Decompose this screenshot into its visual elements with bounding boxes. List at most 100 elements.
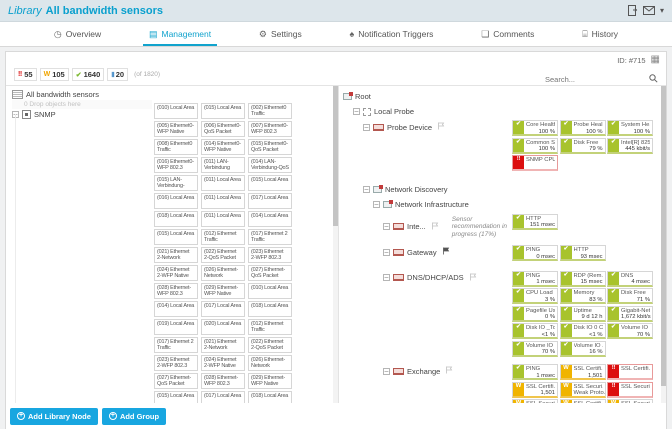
library-chip[interactable]: (022) Ethernet 2-QoS Packet (248, 337, 292, 353)
sensor-chip[interactable]: ✔RDP (Rem...15 msec (559, 270, 606, 287)
library-chip[interactable]: (008) Ethernet0 Traffic (154, 139, 198, 155)
sensor-chip[interactable]: ✔Intel[R] 825...445 kbit/s (607, 137, 653, 154)
sensor-chip[interactable]: ✔ DNS 4 msec (607, 270, 653, 287)
header-menu-caret-icon[interactable]: ▾ (660, 6, 664, 15)
library-chip[interactable]: (007) Ethernet0-WFP 802.3 (248, 121, 292, 137)
sensor-chip[interactable]: ‼SSL Certifi... (607, 364, 653, 380)
library-chip[interactable]: (018) Local Area (248, 301, 292, 317)
device-row-exchange[interactable]: –Exchange✔PING1 msecWSSL Certifi...1,501… (343, 364, 658, 403)
library-chip[interactable]: (029) Ethernet-WFP Native (201, 283, 245, 299)
sensor-chip[interactable]: ✔Volume IO ...70 % (512, 340, 558, 357)
sensor-chip[interactable]: ✔ Core Health 100 % (512, 120, 558, 136)
library-chip[interactable]: (011) LAN-Verbindung (201, 157, 245, 173)
library-chip[interactable]: (012) Ethernet Traffic (248, 319, 292, 335)
sensor-chip[interactable]: ✔ PING 1 msec (512, 270, 558, 287)
status-badge-ok[interactable]: ✔ 1640 (71, 68, 105, 81)
flag-icon[interactable] (467, 273, 477, 283)
library-chip[interactable]: (018) Local Area (248, 391, 292, 403)
tab-settings[interactable]: ⚙ Settings (253, 22, 308, 46)
device-row-probe-device[interactable]: – Probe Device ✔ Core Health 100 % ✔ Probe Hea… (343, 120, 658, 173)
sensor-chip[interactable]: ✔Probe Heal...100 % (559, 120, 606, 136)
library-chip[interactable]: (010) Local Area (248, 283, 292, 299)
library-chip[interactable]: (024) Ethernet 2-WFP Native (201, 355, 245, 371)
sensor-chip[interactable]: ✔ Disk IO 0 C: <1 % (559, 323, 606, 339)
status-badge-paused[interactable]: Ⅱ 20 (107, 68, 129, 81)
library-chip[interactable]: (016) Ethernet0-WFP 802.3 (154, 157, 198, 173)
collapse-icon[interactable]: – (383, 223, 390, 231)
library-root-row[interactable]: All bandwidth sensors (12, 89, 338, 100)
sensor-chip[interactable]: WSSL Certifi...1,501 (559, 364, 606, 380)
search-input[interactable] (545, 74, 645, 84)
library-chip[interactable]: (024) Ethernet 2-WFP Native (154, 265, 198, 281)
device-row-dns-dhcp-ads[interactable]: –DNS/DHCP/ADS✔PING1 msec✔RDP (Rem...15 m… (343, 270, 658, 359)
library-chip[interactable]: (021) Ethernet 2-Network (201, 337, 245, 353)
library-chip[interactable]: (026) Ethernet-Network (201, 265, 245, 281)
priority-flag-icon[interactable] (440, 247, 450, 257)
sensor-chip[interactable]: ‼SNMP CPU... (512, 155, 558, 171)
library-chip[interactable]: (019) Local Area (154, 319, 198, 335)
sensor-chip[interactable]: ✔Volume IO ...16 % (559, 340, 606, 357)
library-chip[interactable]: (017) Local Area (201, 301, 245, 317)
library-chip[interactable]: (026) Ethernet-Network (248, 355, 292, 371)
library-chip[interactable]: (011) Local Area (201, 211, 245, 227)
library-chip[interactable]: (023) Ethernet 2-WFP 802.3 (154, 355, 198, 371)
library-chip[interactable]: (010) Local Area (154, 103, 198, 119)
library-chip[interactable]: (020) Local Area (201, 319, 245, 335)
sensor-chip[interactable]: ✔ Memory 83 % (559, 288, 606, 304)
tab-overview[interactable]: ◷ Overview (48, 22, 107, 46)
add-group-button[interactable]: + Add Group (101, 407, 167, 425)
tab-comments[interactable]: ❑ Comments (475, 22, 540, 46)
sensor-chip[interactable]: ✔Disk IO _To...<1 % (512, 323, 558, 339)
sensor-chip[interactable]: ✔Volume IO ...70 % (607, 323, 653, 339)
sensor-chip[interactable]: ‼SSL Securi... (607, 381, 653, 398)
sensor-chip[interactable]: ✔System He...100 % (607, 120, 653, 136)
collapse-icon[interactable]: – (363, 185, 370, 193)
library-chip[interactable]: (002) Ethernet0 Traffic (248, 103, 292, 119)
library-chip[interactable]: (018) Local Area (154, 211, 198, 227)
sensor-chip[interactable]: ✔Common S...100 % (512, 137, 558, 154)
right-scrollbar[interactable] (661, 86, 666, 403)
export-report-icon[interactable] (627, 5, 638, 16)
group-row-network-discovery[interactable]: – Network Discovery (343, 183, 658, 194)
library-chip[interactable]: (017) Ethernet 2 Traffic (248, 229, 292, 245)
sensor-chip[interactable]: WSSL Certifi...1,501 (512, 381, 558, 398)
device-row-gateway[interactable]: – Gateway ✔ PING 0 msec ✔ HTTP 93 msec (343, 245, 658, 263)
library-chip[interactable]: (014) Local Area (154, 301, 198, 317)
library-chip[interactable]: (027) Ethernet-QoS Packet (154, 373, 198, 389)
library-chip[interactable]: (015) Local Area (248, 175, 292, 191)
sensor-chip[interactable]: ✔ CPU Load 3 % (512, 288, 558, 304)
library-chip[interactable]: (012) Ethernet Traffic (201, 229, 245, 245)
library-chip[interactable]: (014) Ethernet0-WFP Native (201, 139, 245, 155)
sensor-chip[interactable]: ✔ HTTP 93 msec (559, 245, 606, 261)
collapse-icon[interactable]: – (383, 274, 390, 281)
library-chip[interactable]: (028) Ethernet-WFP 802.3 (154, 283, 198, 299)
sensor-chip[interactable]: ✔Gigabit-Net...1,672 kbit/s (607, 305, 653, 322)
library-chip[interactable]: (017) Local Area (248, 193, 292, 209)
tab-management[interactable]: ▤ Management (142, 22, 218, 46)
sensor-chip[interactable]: ✔ PING 0 msec (512, 245, 558, 261)
library-chip[interactable]: (011) Local Area (201, 175, 245, 191)
library-chip[interactable]: (021) Ethernet 2-Network (154, 247, 198, 263)
library-chip[interactable]: (017) Local Area (201, 391, 245, 403)
add-library-node-button[interactable]: + Add Library Node (10, 407, 98, 425)
group-row-network-infrastructure[interactable]: – Network Infrastructure (343, 198, 658, 209)
device-row-inte-[interactable]: – Inte... Sensor recommendation in progres… (343, 213, 658, 239)
status-badge-warning[interactable]: W 105 (39, 68, 69, 81)
library-chip[interactable]: (014) LAN-Verbindung-QoS (248, 157, 292, 173)
email-icon[interactable] (642, 6, 655, 15)
library-chip[interactable]: (028) Ethernet-WFP 802.3 (201, 373, 245, 389)
library-chip[interactable]: (011) Local Area (201, 193, 245, 209)
library-chip[interactable]: (006) Ethernet0-QoS Packet (201, 121, 245, 137)
sensor-chip[interactable]: ✔ Uptime 9 d 12 h (559, 305, 606, 322)
flag-icon[interactable] (429, 222, 439, 232)
flag-icon[interactable] (435, 122, 445, 132)
library-chip[interactable]: (029) Ethernet-WFP Native (248, 373, 292, 389)
library-chip[interactable]: (016) Local Area (154, 193, 198, 209)
sensor-chip[interactable]: ✔ HTTP 151 msec (512, 213, 558, 230)
tab-history[interactable]: ⌸ History (576, 22, 624, 46)
library-chip[interactable]: (015) Ethernet0-QoS Packet (248, 139, 292, 155)
group-row-local-probe[interactable]: – Local Probe (343, 105, 658, 116)
tab-notification-triggers[interactable]: ♠ Notification Triggers (344, 22, 440, 46)
library-chip[interactable]: (022) Ethernet 2-QoS Packet (201, 247, 245, 263)
group-row-root[interactable]: Root (343, 90, 658, 101)
